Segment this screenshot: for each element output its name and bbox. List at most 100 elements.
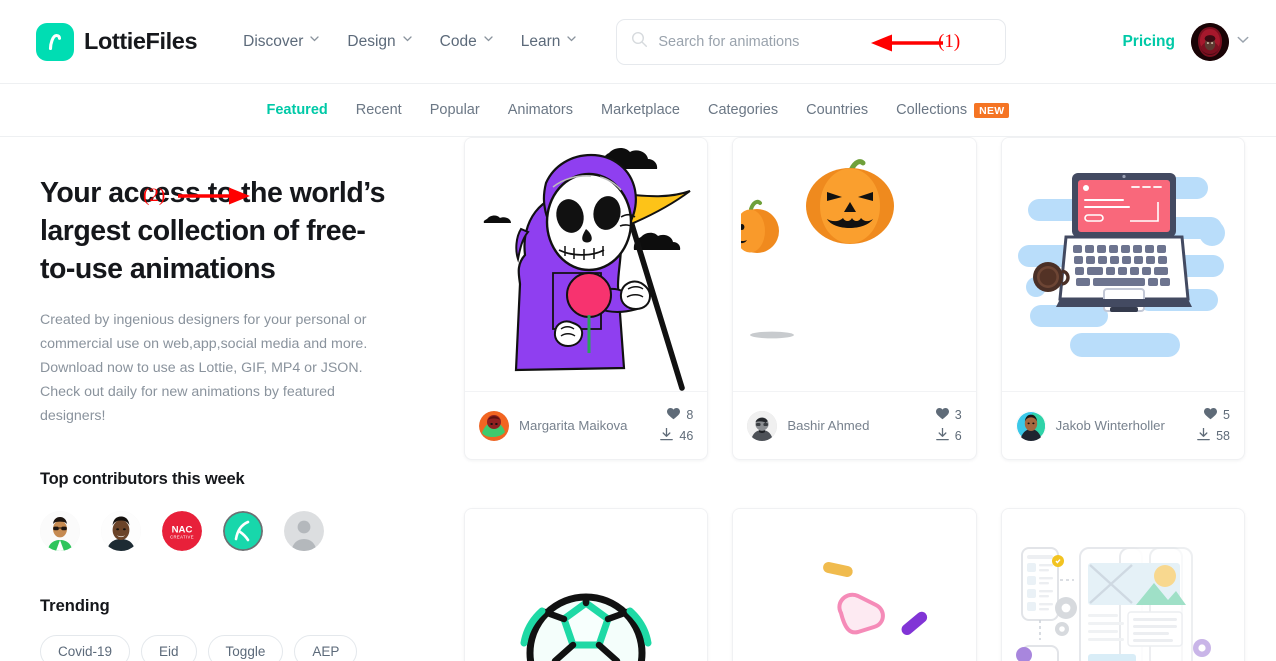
top-right-actions: Pricing xyxy=(1122,22,1249,61)
download-icon xyxy=(935,426,949,444)
subnav-countries[interactable]: Countries xyxy=(806,102,868,118)
animation-card[interactable]: Margarita Maikova 8 46 xyxy=(464,137,709,460)
subnav-popular[interactable]: Popular xyxy=(430,102,480,118)
chevron-down-icon xyxy=(310,36,320,45)
contributor-avatar-5[interactable] xyxy=(284,511,324,551)
download-icon xyxy=(1197,426,1210,444)
animation-card[interactable] xyxy=(1000,508,1245,661)
tag-covid-19[interactable]: Covid-19 xyxy=(40,635,131,661)
wireframe-mockup-illustration xyxy=(1001,509,1244,661)
card-footer: Jakob Winterholler 5 58 xyxy=(1001,391,1244,459)
likes-stat: 5 xyxy=(1204,407,1230,423)
heart-icon xyxy=(1204,407,1218,423)
user-avatar xyxy=(1191,22,1229,61)
downloads-stat: 6 xyxy=(935,426,962,444)
tag-aep[interactable]: AEP xyxy=(294,635,358,661)
subnav-recent[interactable]: Recent xyxy=(356,102,402,118)
subnav-animators[interactable]: Animators xyxy=(508,102,573,118)
page-subtitle: Created by ingenious designers for your … xyxy=(40,312,368,424)
subnav-featured[interactable]: Featured xyxy=(267,102,328,118)
animation-card[interactable] xyxy=(464,508,709,661)
chevron-down-icon xyxy=(1237,36,1249,45)
subnav-label: Marketplace xyxy=(600,102,680,118)
contributors-list: NAC CREATIVE xyxy=(40,511,400,551)
downloads-stat: 46 xyxy=(660,426,694,444)
chevron-down-icon xyxy=(403,36,412,45)
downloads-count: 6 xyxy=(954,428,962,443)
heart-icon xyxy=(935,407,949,423)
author-avatar xyxy=(1015,410,1046,441)
animation-card[interactable] xyxy=(732,508,977,661)
likes-stat: 8 xyxy=(667,407,694,423)
subnav-label: Popular xyxy=(429,102,480,118)
contributor-avatar-3[interactable]: NAC CREATIVE xyxy=(162,511,202,551)
download-icon xyxy=(660,426,674,444)
nav-item-design[interactable]: Design xyxy=(347,32,412,51)
annotation-label-1: (1) xyxy=(938,31,961,52)
subnav-label: Collections xyxy=(896,102,968,118)
subnav-marketplace[interactable]: Marketplace xyxy=(601,102,680,118)
nav-item-code[interactable]: Code xyxy=(440,33,493,51)
nav-item-learn[interactable]: Learn xyxy=(521,33,577,51)
pricing-link[interactable]: Pricing xyxy=(1122,33,1175,51)
card-stats: 8 46 xyxy=(660,407,694,444)
contributor-avatar-2[interactable] xyxy=(101,511,141,551)
grim-reaper-lollipop-illustration xyxy=(465,138,708,391)
main-nav-links: Discover Design Code Learn xyxy=(243,32,577,51)
subnav-label: Categories xyxy=(707,102,779,118)
likes-stat: 3 xyxy=(935,407,962,423)
animation-card[interactable]: Jakob Winterholler 5 58 xyxy=(1000,137,1245,460)
nav-label: Discover xyxy=(243,32,304,50)
left-sidebar: Your access to the world’s largest colle… xyxy=(0,137,436,661)
top-navigation-bar: LottieFiles Discover Design Code Learn S… xyxy=(0,0,1276,84)
lottie-logo-icon xyxy=(36,22,74,61)
tag-eid[interactable]: Eid xyxy=(141,635,197,661)
downloads-stat: 58 xyxy=(1197,426,1230,444)
contributor-avatar-4[interactable] xyxy=(223,511,263,551)
likes-count: 8 xyxy=(686,408,694,422)
author-name: Margarita Maikova xyxy=(519,418,628,433)
brand-name: LottieFiles xyxy=(84,28,198,54)
halloween-pumpkins-illustration xyxy=(733,138,976,391)
subnav-label: Recent xyxy=(355,102,402,118)
secondary-navigation-bar: Featured Recent Popular Animators Market… xyxy=(0,84,1276,206)
page-body: Your access to the world’s largest colle… xyxy=(0,137,1276,661)
soccer-ball-illustration xyxy=(465,509,708,661)
chevron-down-icon xyxy=(484,36,493,45)
author-avatar xyxy=(747,410,778,441)
animation-card-grid: Margarita Maikova 8 46 Bashir Ahmed 3 6 … xyxy=(436,137,1276,661)
card-footer: Bashir Ahmed 3 6 xyxy=(733,391,976,459)
downloads-count: 58 xyxy=(1216,428,1230,443)
tag-toggle[interactable]: Toggle xyxy=(207,635,284,661)
trending-heading: Trending xyxy=(40,597,110,615)
subnav-collections[interactable]: Collections NEW xyxy=(896,102,1010,118)
likes-count: 3 xyxy=(954,408,962,422)
downloads-count: 46 xyxy=(679,428,694,443)
svg-text:CREATIVE: CREATIVE xyxy=(170,535,194,540)
author-name: Bashir Ahmed xyxy=(787,418,870,433)
nav-label: Learn xyxy=(520,32,561,50)
animation-card[interactable]: Bashir Ahmed 3 6 xyxy=(732,137,977,460)
subnav-label: Countries xyxy=(806,102,869,118)
subnav-label: Animators xyxy=(507,102,573,118)
contributor-avatar-1[interactable] xyxy=(40,511,80,551)
author-name: Jakob Winterholler xyxy=(1055,418,1165,433)
abstract-shapes-illustration xyxy=(733,509,976,661)
nav-item-discover[interactable]: Discover xyxy=(243,32,320,51)
new-badge: NEW xyxy=(974,102,1010,118)
nav-label: Design xyxy=(347,32,396,50)
nav-label: Code xyxy=(439,32,477,50)
subnav-label: Featured xyxy=(266,102,328,118)
chevron-down-icon xyxy=(567,36,577,45)
author-avatar xyxy=(479,410,509,441)
card-footer: Margarita Maikova 8 46 xyxy=(465,391,708,459)
laptop-coffee-illustration xyxy=(1001,138,1244,391)
trending-tags: Covid-19 Eid Toggle AEP xyxy=(40,635,400,661)
brand-logo[interactable]: LottieFiles xyxy=(36,22,198,61)
heart-icon xyxy=(667,407,681,423)
page-title: Your access to the world’s largest colle… xyxy=(40,177,385,285)
card-stats: 3 6 xyxy=(935,407,962,444)
user-menu-button[interactable] xyxy=(1191,22,1249,61)
contributors-heading: Top contributors this week xyxy=(40,470,245,488)
subnav-categories[interactable]: Categories xyxy=(708,102,778,118)
